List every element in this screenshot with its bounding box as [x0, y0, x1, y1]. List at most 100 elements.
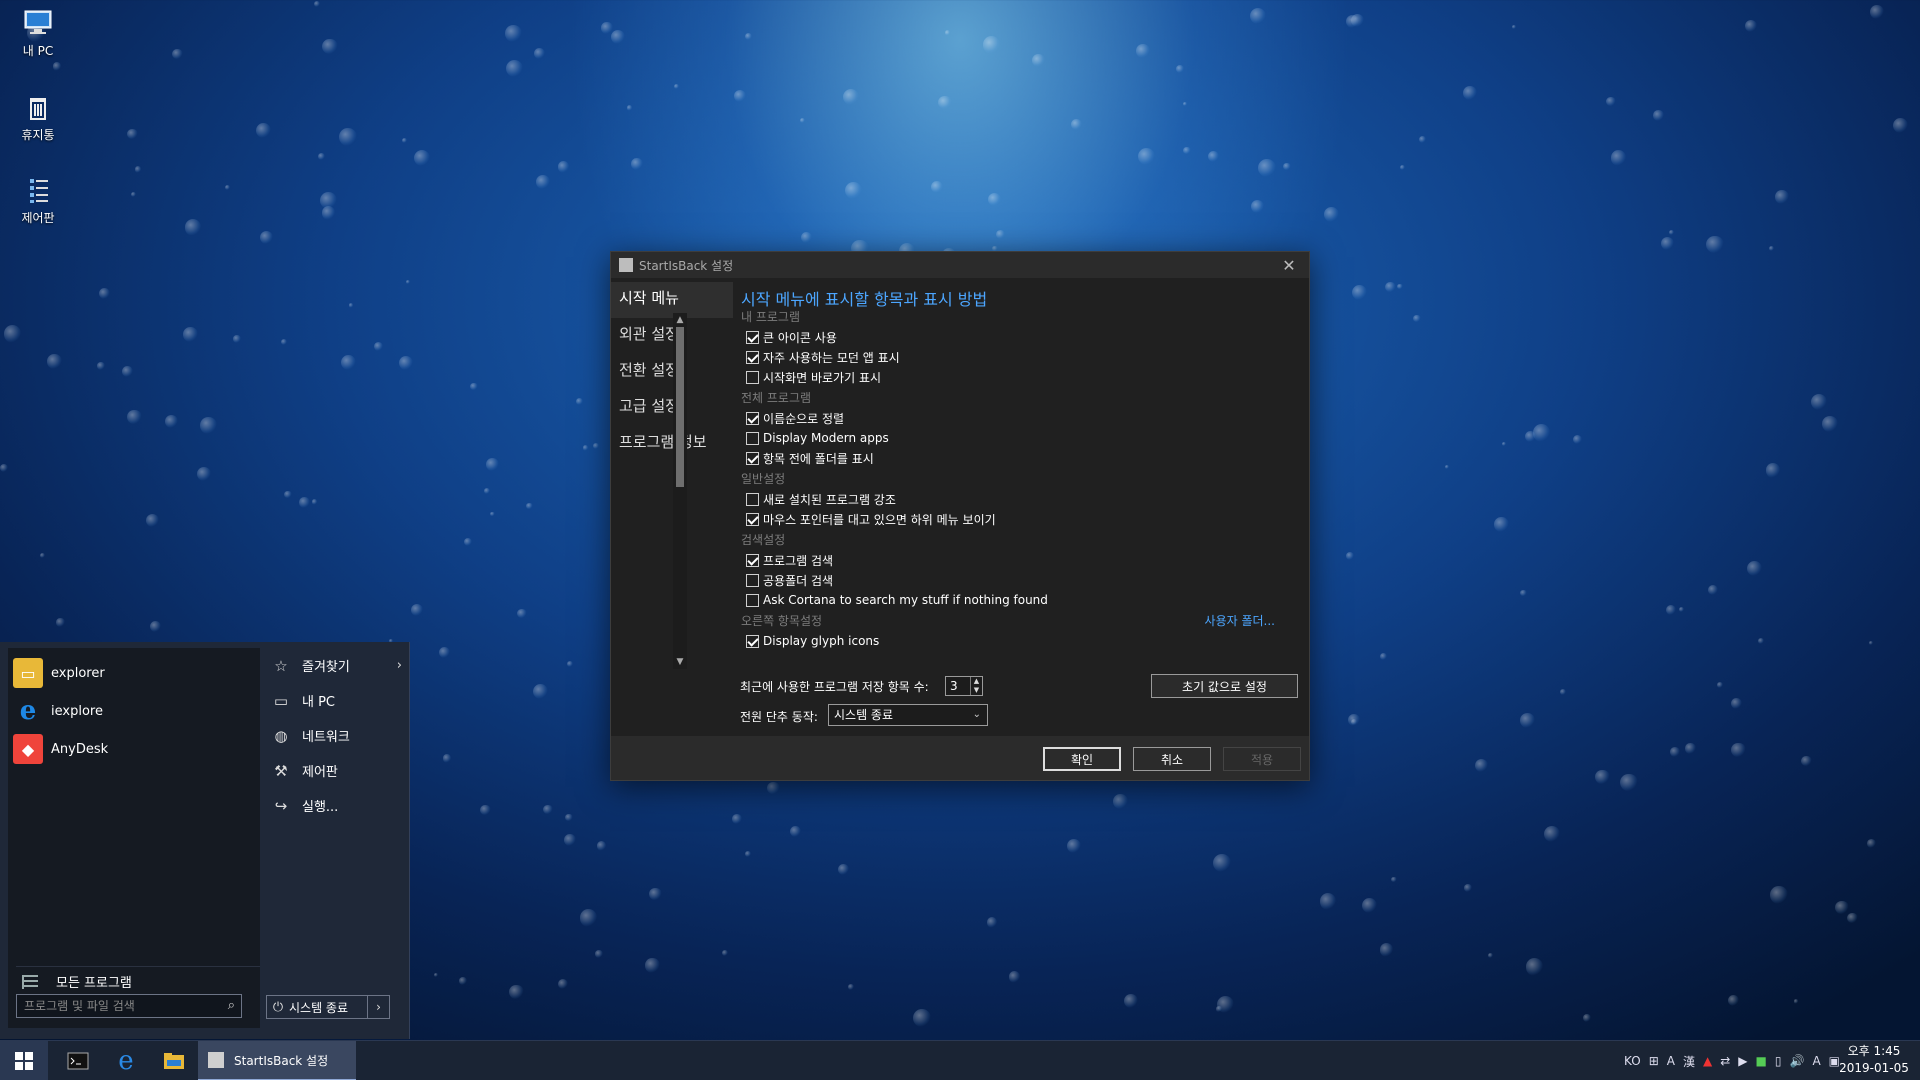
start-menu-right-pane: ☆ 즐겨찾기 › ▭ 내 PC ◍ 네트워크 ⚒ 제어판 ↪ 실행...: [266, 648, 406, 823]
menu-item-control-panel[interactable]: ⚒ 제어판: [266, 753, 406, 788]
section-all-programs: 전체 프로그램: [741, 391, 812, 405]
desktop-icon-recycle-bin[interactable]: 휴지통: [14, 92, 62, 143]
window-titlebar[interactable]: StartIsBack 설정 ✕: [611, 252, 1309, 278]
search-icon: ⌕: [227, 998, 235, 1013]
taskbar: e StartIsBack 설정 KO ⊞ A 漢 ▲ ⇄ ▶ ■ ▯ 🔊 A …: [0, 1040, 1920, 1080]
apply-button[interactable]: 적용: [1223, 747, 1301, 771]
option-start-shortcuts[interactable]: 시작화면 바로가기 표시: [741, 367, 1289, 387]
all-programs-button[interactable]: 모든 프로그램: [16, 966, 260, 996]
checkbox[interactable]: [746, 411, 759, 425]
pinned-item-anydesk[interactable]: ◆ AnyDesk: [8, 730, 260, 768]
start-search-input[interactable]: 프로그램 및 파일 검색 ⌕: [16, 994, 242, 1018]
option-cortana[interactable]: Ask Cortana to search my stuff if nothin…: [741, 590, 1289, 610]
pinned-item-iexplore[interactable]: e iexplore: [8, 692, 260, 730]
window-title: StartIsBack 설정: [639, 258, 734, 273]
option-folders-first[interactable]: 항목 전에 폴더를 표시: [741, 448, 1289, 468]
control-panel-icon: [30, 179, 48, 203]
taskbar-clock[interactable]: 오후 1:45 2019-01-05: [1838, 1043, 1910, 1077]
nav-advanced[interactable]: 고급 설정: [611, 390, 733, 426]
chevron-right-icon: ›: [396, 658, 402, 673]
start-button[interactable]: [0, 1041, 48, 1080]
chevron-right-icon[interactable]: ›: [367, 996, 389, 1018]
ime-icon[interactable]: ⊞: [1649, 1054, 1659, 1068]
option-search-public[interactable]: 공용폴더 검색: [741, 570, 1289, 590]
options-scrollbar[interactable]: ▲ ▼: [673, 313, 687, 669]
colorful-app-icon[interactable]: ▲: [1703, 1054, 1712, 1068]
taskbar-cmd[interactable]: [56, 1041, 100, 1080]
usb-icon[interactable]: ▯: [1775, 1054, 1782, 1068]
taskbar-task-startisback[interactable]: StartIsBack 설정: [198, 1041, 356, 1080]
section-search: 검색설정: [741, 533, 786, 547]
option-modern-apps[interactable]: Display Modern apps: [741, 428, 1289, 448]
checkbox[interactable]: [746, 573, 759, 587]
desktop-icon-my-pc[interactable]: 내 PC: [14, 8, 62, 59]
tray-language[interactable]: KO: [1624, 1054, 1641, 1068]
option-frequent-modern[interactable]: 자주 사용하는 모던 앱 표시: [741, 347, 1289, 367]
option-label: 시작화면 바로가기 표시: [763, 370, 882, 385]
checkbox[interactable]: [746, 370, 759, 384]
stepper-down-icon[interactable]: ▼: [970, 686, 982, 695]
media-icon[interactable]: ▶: [1738, 1054, 1747, 1068]
checkbox[interactable]: [746, 492, 759, 506]
checkbox[interactable]: [746, 553, 759, 567]
app-icon: [619, 258, 633, 272]
desktop-icon-label: 제어판: [21, 211, 55, 225]
desktop-icon-control-panel[interactable]: 제어판: [14, 175, 62, 226]
option-search-programs[interactable]: 프로그램 검색: [741, 550, 1289, 570]
scroll-down-icon[interactable]: ▼: [675, 657, 685, 667]
windows-logo-icon: [15, 1052, 33, 1070]
checkbox[interactable]: [746, 512, 759, 526]
nav-appearance[interactable]: 외관 설정: [611, 318, 733, 354]
option-highlight-new[interactable]: 새로 설치된 프로그램 강조: [741, 489, 1289, 509]
menu-item-favorites[interactable]: ☆ 즐겨찾기 ›: [266, 648, 406, 683]
menu-item-my-pc[interactable]: ▭ 내 PC: [266, 683, 406, 718]
user-folders-link[interactable]: 사용자 폴더...: [1205, 612, 1275, 629]
option-hover-submenu[interactable]: 마우스 포인터를 대고 있으면 하위 메뉴 보이기: [741, 509, 1289, 529]
power-icon: ⏻: [272, 999, 284, 1015]
option-label: 새로 설치된 프로그램 강조: [763, 492, 896, 507]
volume-icon[interactable]: 🔊: [1789, 1054, 1804, 1068]
option-glyph-icons[interactable]: Display glyph icons: [741, 631, 1289, 651]
tray-hanja[interactable]: 漢: [1683, 1053, 1695, 1070]
checkbox[interactable]: [746, 350, 759, 364]
checkbox[interactable]: [746, 431, 759, 445]
tray-font-a[interactable]: A: [1812, 1054, 1820, 1068]
recent-count-stepper[interactable]: 3 ▲ ▼: [945, 676, 983, 696]
checkbox[interactable]: [746, 593, 759, 607]
option-sort-by-name[interactable]: 이름순으로 정렬: [741, 408, 1289, 428]
nav-switching[interactable]: 전환 설정: [611, 354, 733, 390]
close-icon[interactable]: ✕: [1269, 252, 1309, 278]
option-label: 항목 전에 폴더를 표시: [763, 451, 874, 466]
scroll-thumb[interactable]: [676, 327, 684, 487]
section-my-programs: 내 프로그램: [741, 310, 801, 324]
wrench-icon: ⚒: [274, 761, 288, 780]
shutdown-button[interactable]: ⏻ 시스템 종료 ›: [266, 995, 390, 1019]
cancel-button[interactable]: 취소: [1133, 747, 1211, 771]
option-label: 큰 아이콘 사용: [763, 330, 837, 345]
checkbox[interactable]: [746, 330, 759, 344]
pinned-item-explorer[interactable]: ▭ explorer: [8, 654, 260, 692]
menu-item-run[interactable]: ↪ 실행...: [266, 788, 406, 823]
recent-count-label: 최근에 사용한 프로그램 저장 항목 수:: [740, 680, 929, 694]
power-action-select[interactable]: 시스템 종료 ⌄: [828, 704, 988, 726]
search-placeholder: 프로그램 및 파일 검색: [24, 999, 135, 1013]
reset-defaults-button[interactable]: 초기 값으로 설정: [1151, 674, 1298, 698]
taskbar-internet-explorer-icon[interactable]: e: [104, 1041, 148, 1080]
stepper-up-icon[interactable]: ▲: [970, 677, 982, 686]
menu-item-label: 제어판: [302, 765, 338, 780]
taskbar-file-explorer[interactable]: [152, 1041, 196, 1080]
color-app-icon[interactable]: ■: [1756, 1054, 1767, 1068]
nav-about[interactable]: 프로그램 정보: [611, 426, 733, 462]
folder-icon: [164, 1053, 184, 1069]
network-icon[interactable]: ⇄: [1720, 1054, 1730, 1068]
nav-start-menu[interactable]: 시작 메뉴: [611, 282, 733, 318]
window-body: 시작 메뉴 외관 설정 전환 설정 고급 설정 프로그램 정보 시작 메뉴에 표…: [611, 278, 1309, 736]
checkbox[interactable]: [746, 634, 759, 648]
ok-button[interactable]: 확인: [1043, 747, 1121, 771]
menu-item-network[interactable]: ◍ 네트워크: [266, 718, 406, 753]
app-icon: [208, 1052, 224, 1068]
scroll-up-icon[interactable]: ▲: [675, 315, 685, 325]
tray-input-mode[interactable]: A: [1667, 1054, 1675, 1068]
checkbox[interactable]: [746, 451, 759, 465]
option-large-icons[interactable]: 큰 아이콘 사용: [741, 327, 1289, 347]
